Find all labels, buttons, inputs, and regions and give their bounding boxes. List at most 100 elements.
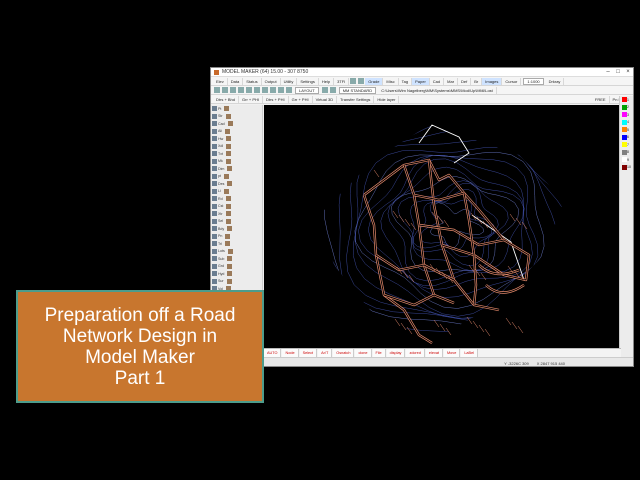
display-dropdown[interactable]: Drkray	[546, 77, 565, 85]
style-select[interactable]: MM STANDARD	[338, 86, 377, 94]
menu-3tfi[interactable]: 3TFI	[334, 77, 350, 85]
tool-item[interactable]: Lots	[211, 248, 262, 256]
tool-icon[interactable]	[350, 78, 357, 84]
tool-grade[interactable]: Grade	[365, 77, 384, 85]
new-icon[interactable]	[214, 87, 220, 93]
hide-layer[interactable]: Hide layer	[374, 95, 400, 103]
tool-icon[interactable]	[227, 271, 233, 277]
tool-item[interactable]: Li	[211, 188, 262, 196]
tool-cursor[interactable]: Cursor	[502, 77, 522, 85]
menu-utility[interactable]: Utility	[281, 77, 298, 85]
save-icon[interactable]	[230, 87, 236, 93]
command-button[interactable]: Node	[282, 349, 299, 357]
tool-tag[interactable]: Tag	[399, 77, 413, 85]
tool-icon[interactable]	[224, 173, 229, 179]
redo-icon[interactable]	[254, 87, 260, 93]
grid-icon[interactable]	[321, 87, 328, 93]
layer-color-item[interactable]: 4	[620, 119, 633, 127]
menu-status[interactable]: Status	[243, 77, 262, 85]
mode-grr-phi[interactable]: Grr + PHI	[239, 95, 264, 103]
transfer-settings[interactable]: Transfer Settings	[337, 95, 375, 103]
command-button[interactable]: zdcred	[406, 349, 425, 357]
tool-item[interactable]: Xtr	[211, 210, 262, 218]
mode-virtual-3d[interactable]: Virtual 3D	[313, 95, 338, 103]
pan-icon[interactable]	[270, 87, 276, 93]
layer-color-item[interactable]: 9	[620, 156, 633, 164]
layer-icon[interactable]	[286, 87, 292, 93]
command-button[interactable]: File	[372, 349, 386, 357]
tool-images[interactable]: Images	[482, 77, 503, 85]
tool-icon[interactable]	[227, 263, 232, 269]
tool-icon[interactable]	[225, 196, 231, 202]
layer-color-item[interactable]: 7	[620, 141, 633, 149]
tool-item[interactable]: Xdl	[211, 143, 262, 151]
print-icon[interactable]	[238, 87, 244, 93]
tool-item[interactable]: Trl	[211, 240, 262, 248]
tool-item[interactable]: Mk	[211, 158, 262, 166]
tool-item[interactable]: Txt	[211, 150, 262, 158]
layer-color-item[interactable]: 3	[620, 111, 633, 119]
tool-item[interactable]: Ali	[211, 128, 262, 136]
layer-color-item[interactable]: 5	[620, 126, 633, 134]
command-button[interactable]: Select	[299, 349, 318, 357]
mode-dtrs-bhd[interactable]: Dtrs + Bhd	[213, 95, 240, 103]
tool-icon[interactable]	[226, 218, 232, 224]
tool-icon[interactable]	[358, 78, 365, 84]
mode-dtrs-phi[interactable]: Dtrs + PHI	[263, 95, 289, 103]
layout-select[interactable]: LAYOUT	[295, 86, 319, 94]
tool-icon[interactable]	[225, 128, 230, 134]
tool-item[interactable]: Hyd	[211, 270, 262, 278]
drawing-canvas[interactable]	[264, 105, 621, 348]
command-button[interactable]: Ar/T	[318, 349, 333, 357]
command-button[interactable]: Move	[444, 349, 461, 357]
tool-item[interactable]: Cst	[211, 203, 262, 211]
tool-item[interactable]: Sel	[211, 218, 262, 226]
maximize-button[interactable]: □	[613, 69, 623, 75]
tool-icon[interactable]	[226, 151, 231, 157]
layer-color-item[interactable]: 8	[620, 149, 633, 157]
command-button[interactable]: Osnatch	[333, 349, 355, 357]
tool-icon[interactable]	[225, 233, 231, 239]
tool-icon[interactable]	[226, 143, 232, 149]
free-toggle[interactable]: FREE	[592, 95, 610, 103]
tool-icon[interactable]	[227, 226, 233, 232]
tool-icon[interactable]	[225, 211, 231, 217]
tool-icon[interactable]	[226, 136, 232, 142]
layer-color-item[interactable]: 1	[620, 96, 633, 104]
tool-icon[interactable]	[227, 181, 233, 187]
tool-item[interactable]: Hw	[211, 135, 262, 143]
tool-item[interactable]: Str	[211, 113, 262, 121]
layer-color-item[interactable]: 6	[620, 134, 633, 142]
tool-item[interactable]: Rd	[211, 195, 262, 203]
tool-icon[interactable]	[225, 158, 231, 164]
minimize-button[interactable]: –	[603, 69, 613, 75]
scale-field[interactable]: 1:1000	[523, 77, 544, 85]
snap-icon[interactable]	[329, 87, 336, 93]
tool-misc[interactable]: Misc	[383, 77, 399, 85]
open-icon[interactable]	[222, 87, 228, 93]
tool-item[interactable]: Sur	[211, 278, 262, 286]
command-button[interactable]: clone	[355, 349, 372, 357]
command-button[interactable]: display	[386, 349, 406, 357]
tool-item[interactable]: Pn	[211, 233, 262, 241]
tool-icon[interactable]	[226, 278, 232, 284]
tool-icon[interactable]	[226, 203, 232, 209]
tool-icon[interactable]	[227, 248, 233, 254]
tool-item[interactable]: Cad	[211, 120, 262, 128]
tool-item[interactable]: pt	[211, 173, 262, 181]
tool-icon[interactable]	[227, 166, 233, 172]
tool-cad[interactable]: Cad	[430, 77, 445, 85]
tool-icon[interactable]	[227, 256, 233, 262]
tool-item[interactable]: Bdy	[211, 225, 262, 233]
menu-settings[interactable]: Settings	[297, 77, 319, 85]
tool-item[interactable]: Sub	[211, 255, 262, 263]
tool-icon[interactable]	[223, 188, 229, 194]
zoom-icon[interactable]	[262, 87, 268, 93]
menu-elev[interactable]: Elev	[213, 77, 228, 85]
command-button[interactable]: elevat	[425, 349, 444, 357]
command-button[interactable]: AUTO	[264, 349, 282, 357]
tool-paper[interactable]: Paper	[412, 77, 430, 85]
mode-grr-phi-2[interactable]: Grr + PHI	[289, 95, 313, 103]
menu-output[interactable]: Output	[262, 77, 281, 85]
close-button[interactable]: ×	[623, 69, 633, 75]
